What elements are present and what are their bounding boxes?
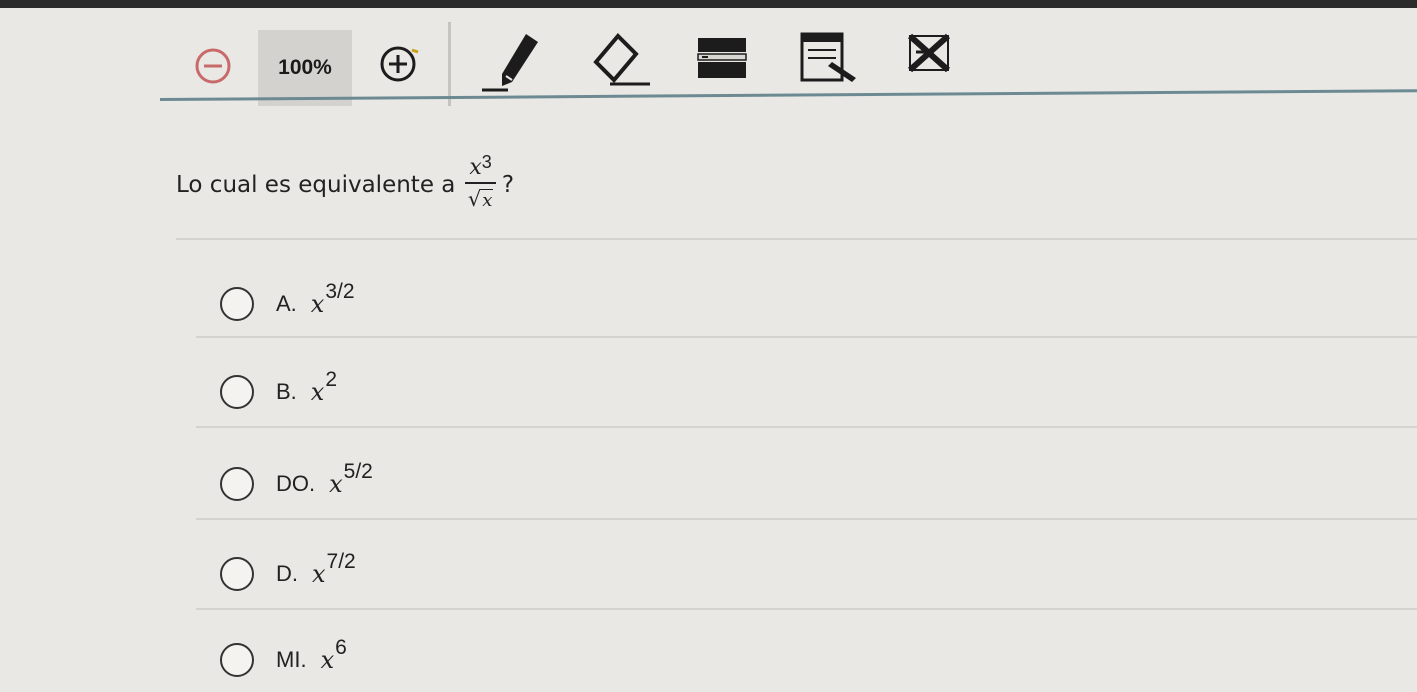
option-base: x bbox=[310, 290, 325, 318]
option-label: D. bbox=[276, 561, 298, 586]
option-expression: x2 bbox=[310, 368, 337, 406]
toolbar: 100% bbox=[0, 8, 1417, 106]
eraser-icon[interactable] bbox=[588, 28, 658, 96]
answer-option-b[interactable]: B. x2 bbox=[220, 364, 337, 420]
answer-option-c[interactable]: DO. x5/2 bbox=[220, 456, 373, 512]
option-label: MI. bbox=[276, 647, 307, 672]
radio-button[interactable] bbox=[220, 557, 254, 591]
option-expression: x3/2 bbox=[310, 280, 355, 318]
option-label: DO. bbox=[276, 471, 316, 496]
option-exponent: 2 bbox=[325, 368, 338, 391]
sqrt-symbol: √ bbox=[467, 187, 482, 211]
option-base: x bbox=[329, 470, 343, 498]
option-label: A. bbox=[276, 291, 297, 316]
divider bbox=[196, 518, 1417, 520]
notepad-icon[interactable] bbox=[798, 30, 862, 88]
option-expression: x6 bbox=[320, 636, 347, 674]
option-expression: x5/2 bbox=[329, 460, 373, 498]
option-label: B. bbox=[276, 379, 297, 404]
option-exponent: 6 bbox=[335, 636, 347, 659]
zoom-value: 100% bbox=[278, 56, 332, 79]
fraction-bar bbox=[465, 182, 496, 184]
zoom-out-icon[interactable] bbox=[190, 44, 240, 90]
toolbar-separator bbox=[448, 22, 451, 106]
numerator-exponent: 3 bbox=[481, 152, 492, 172]
numerator-base: x bbox=[469, 155, 482, 180]
answer-eliminator-icon[interactable] bbox=[906, 30, 956, 76]
window-top-edge bbox=[0, 0, 1417, 8]
divider bbox=[196, 426, 1417, 428]
radio-button[interactable] bbox=[220, 467, 254, 501]
pencil-icon[interactable] bbox=[478, 28, 548, 96]
zoom-level-display: 100% bbox=[258, 30, 352, 106]
sqrt-radicand: x bbox=[481, 189, 494, 211]
option-base: x bbox=[312, 560, 326, 588]
divider bbox=[196, 336, 1417, 338]
radio-button[interactable] bbox=[220, 643, 254, 677]
option-base: x bbox=[320, 646, 335, 674]
divider bbox=[196, 608, 1417, 610]
radio-button[interactable] bbox=[220, 375, 254, 409]
answer-option-d[interactable]: D. x7/2 bbox=[220, 546, 356, 602]
option-exponent: 7/2 bbox=[326, 550, 356, 573]
option-exponent: 5/2 bbox=[343, 460, 373, 483]
fraction-numerator: x3 bbox=[465, 152, 495, 180]
question-prefix: Lo cual es equivalente a bbox=[176, 172, 456, 198]
question-stem: Lo cual es equivalente a x3 √x ? bbox=[176, 140, 514, 230]
radio-button[interactable] bbox=[220, 287, 254, 321]
option-exponent: 3/2 bbox=[325, 280, 355, 303]
zoom-in-icon[interactable] bbox=[376, 42, 422, 88]
fraction-denominator: √x bbox=[468, 186, 494, 214]
option-base: x bbox=[310, 378, 325, 406]
question-fraction: x3 √x bbox=[465, 152, 496, 214]
option-expression: x7/2 bbox=[312, 550, 356, 588]
answer-option-a[interactable]: A. x3/2 bbox=[220, 276, 355, 332]
answer-option-e[interactable]: MI. x6 bbox=[220, 632, 347, 688]
divider bbox=[176, 238, 1417, 240]
question-suffix: ? bbox=[501, 172, 515, 198]
line-reader-icon[interactable] bbox=[694, 32, 750, 88]
